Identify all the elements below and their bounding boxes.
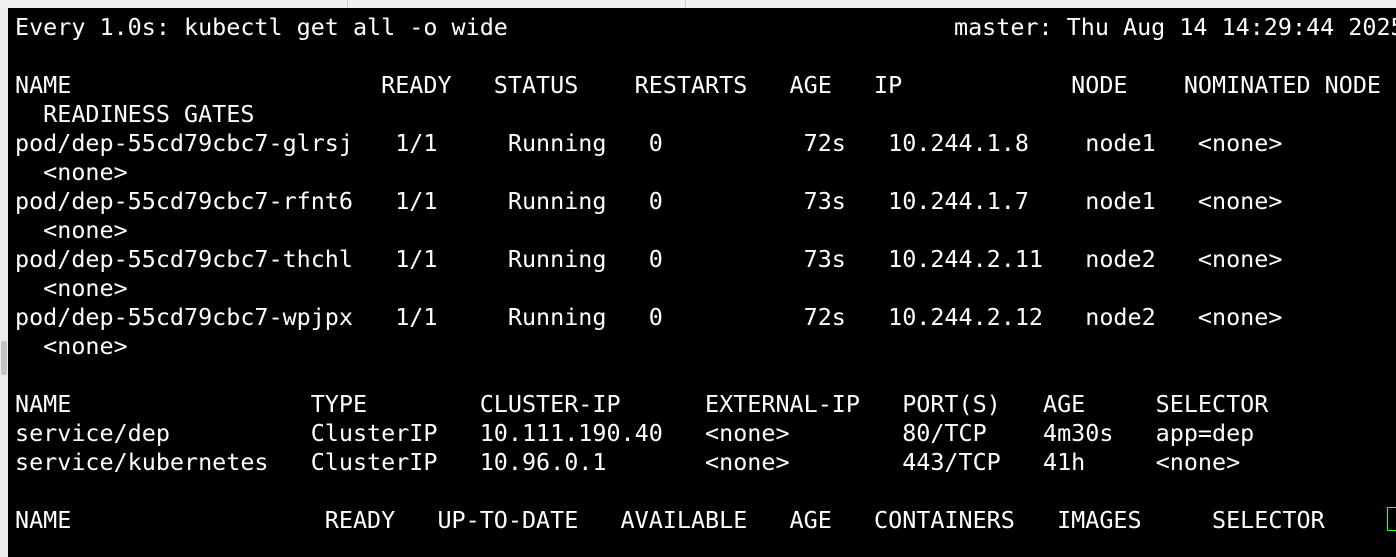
scroll-thumb[interactable] bbox=[1, 341, 7, 375]
terminal-window[interactable]: Every 1.0s: kubectl get all -o wide mast… bbox=[8, 8, 1396, 557]
pod-row-wrap: <none> bbox=[15, 158, 128, 186]
service-row: service/kubernetes ClusterIP 10.96.0.1 <… bbox=[15, 448, 1241, 476]
pod-row: pod/dep-55cd79cbc7-wpjpx 1/1 Running 0 7… bbox=[15, 303, 1283, 331]
pods-table-header-wrap: READINESS GATES bbox=[15, 100, 255, 128]
pod-row-wrap: <none> bbox=[15, 216, 128, 244]
pod-row: pod/dep-55cd79cbc7-glrsj 1/1 Running 0 7… bbox=[15, 129, 1283, 157]
service-row: service/dep ClusterIP 10.111.190.40 <non… bbox=[15, 419, 1255, 447]
watch-host-timestamp: master: Thu Aug 14 14:29:44 2025 bbox=[954, 13, 1396, 41]
services-table-header: NAME TYPE CLUSTER-IP EXTERNAL-IP PORT(S)… bbox=[15, 390, 1269, 418]
left-scroll-rail[interactable] bbox=[0, 8, 8, 557]
tab-segment[interactable] bbox=[0, 0, 348, 7]
pod-row: pod/dep-55cd79cbc7-rfnt6 1/1 Running 0 7… bbox=[15, 187, 1283, 215]
watch-command-header: Every 1.0s: kubectl get all -o wide bbox=[15, 13, 508, 41]
pod-row-wrap: <none> bbox=[15, 332, 128, 360]
pod-row: pod/dep-55cd79cbc7-thchl 1/1 Running 0 7… bbox=[15, 245, 1283, 273]
pods-table-header: NAME READY STATUS RESTARTS AGE IP NODE N… bbox=[15, 71, 1381, 99]
deployments-table-header: NAME READY UP-TO-DATE AVAILABLE AGE CONT… bbox=[15, 506, 1325, 534]
tab-segment[interactable] bbox=[347, 0, 686, 7]
pod-row-wrap: <none> bbox=[15, 274, 128, 302]
terminal-cursor bbox=[1387, 507, 1396, 531]
